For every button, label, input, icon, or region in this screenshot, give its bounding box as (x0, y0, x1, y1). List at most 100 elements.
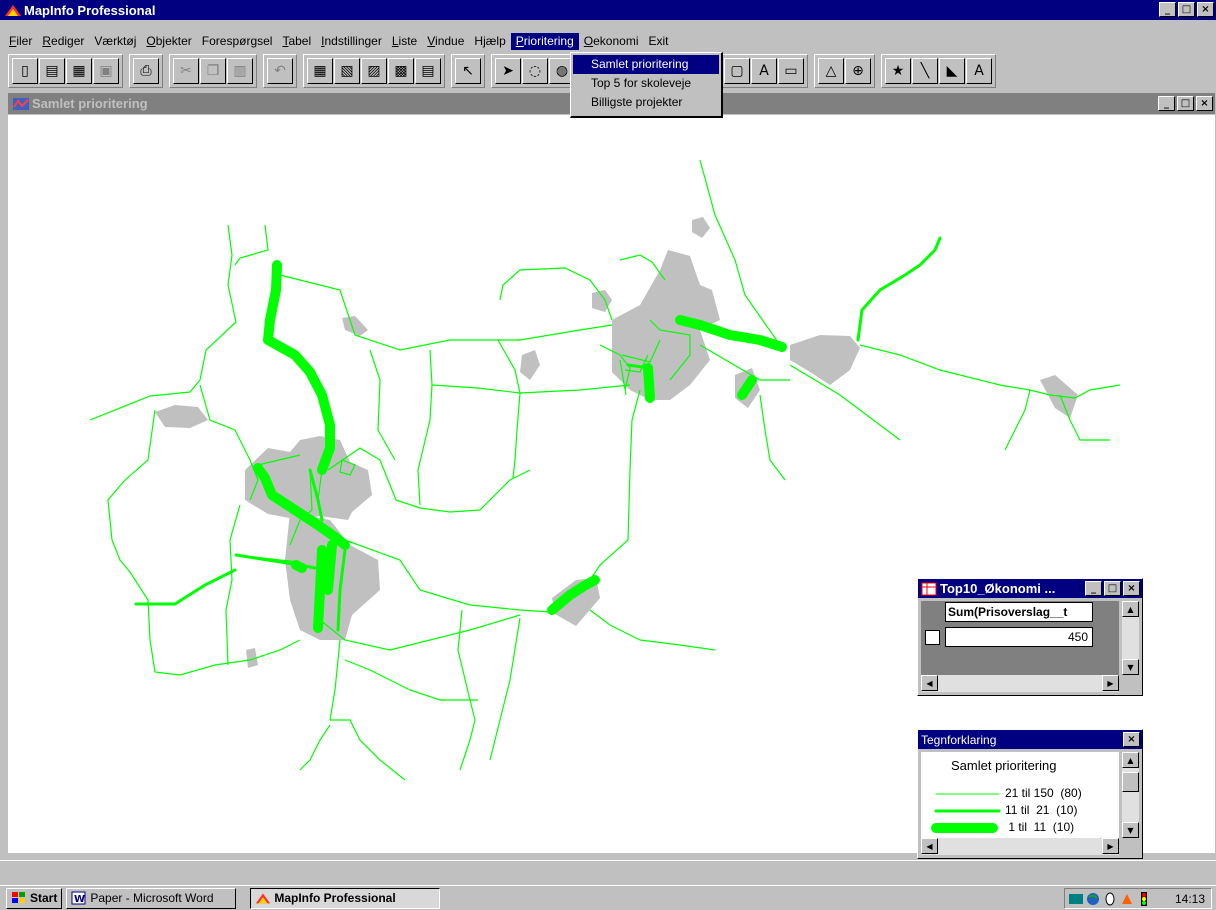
browser-titlebar: Top10_Økonomi ... _ □ × (918, 579, 1142, 598)
toolbar-group: ↶ (263, 54, 297, 88)
antivirus-icon[interactable] (1120, 892, 1134, 906)
scroll-up-arrow-icon[interactable]: ▲ (1122, 601, 1139, 617)
column-header[interactable]: Sum(Prisoverslag__t (945, 602, 1093, 622)
menu-item-vindue[interactable]: Vindue (422, 33, 469, 50)
browser-maximize-button[interactable]: □ (1104, 581, 1121, 596)
text-style-icon[interactable]: A (966, 58, 992, 84)
select-icon[interactable]: ➤ (495, 58, 521, 84)
region-style-icon[interactable]: ◣ (939, 58, 965, 84)
help-pointer-icon[interactable]: ↖ (455, 58, 481, 84)
urban-area (342, 316, 368, 336)
menu-item-indstillinger[interactable]: Indstillinger (316, 33, 387, 50)
toolbar-group: ▯ ▤ ▦ ▣ (8, 54, 123, 88)
new-redistrict-icon[interactable]: ▤ (415, 58, 441, 84)
row-select-checkbox[interactable] (925, 630, 940, 645)
word-icon: W (71, 891, 86, 905)
toolbar-group: ★ ╲ ◣ A (881, 54, 996, 88)
road-segment (1004, 389, 1031, 451)
add-node-icon[interactable]: ⊕ (845, 58, 871, 84)
legend-row: 1 til 11 (10) (921, 820, 1119, 836)
menu-item-rediger[interactable]: Rediger (37, 33, 89, 50)
map-close-button[interactable]: × (1196, 96, 1213, 111)
text-icon[interactable]: A (751, 58, 777, 84)
dropdown-item[interactable]: Top 5 for skoleveje (573, 74, 719, 93)
radius-select-icon[interactable]: ◌ (522, 58, 548, 84)
taskbar-button-word[interactable]: W Paper - Microsoft Word (66, 887, 237, 909)
menu-item-oekonomi[interactable]: Oekonomi (579, 33, 644, 50)
open-icon[interactable]: ▤ (39, 58, 65, 84)
rounded-rect-icon[interactable]: ▢ (724, 58, 750, 84)
keyboard-layout-icon[interactable] (1069, 892, 1083, 906)
new-mapper-icon[interactable]: ▧ (334, 58, 360, 84)
scroll-down-arrow-icon[interactable]: ▼ (1122, 822, 1139, 838)
save-icon[interactable]: ▣ (93, 58, 119, 84)
menu-item-objekter[interactable]: Objekter (141, 33, 196, 50)
scroll-left-arrow-icon[interactable]: ◀ (921, 675, 938, 691)
menu-item-hjælp[interactable]: Hjælp (469, 33, 510, 50)
menu-item-tabel[interactable]: Tabel (277, 33, 316, 50)
browser-horizontal-scrollbar[interactable]: ◀ ▶ (921, 675, 1119, 692)
legend-vertical-scrollbar[interactable]: ▲ ▼ (1122, 752, 1139, 838)
line-style-icon[interactable]: ╲ (912, 58, 938, 84)
browser-vertical-scrollbar[interactable]: ▲ ▼ (1122, 601, 1139, 675)
print-icon[interactable]: ⎙ (133, 58, 159, 84)
maximize-button[interactable]: □ (1178, 2, 1195, 17)
mouse-icon[interactable] (1103, 892, 1117, 906)
toolbar-group: ⎙ (129, 54, 163, 88)
browser-minimize-button[interactable]: _ (1085, 581, 1102, 596)
new-grapher-icon[interactable]: ▨ (361, 58, 387, 84)
menu-item-liste[interactable]: Liste (387, 33, 422, 50)
undo-icon[interactable]: ↶ (267, 58, 293, 84)
menu-item-prioritering[interactable]: Prioritering (510, 32, 579, 50)
mapinfo-logo-icon (5, 5, 21, 16)
network-globe-icon[interactable] (1086, 892, 1100, 906)
menu-item-værktøj[interactable]: Værktøj (89, 33, 141, 50)
map-minimize-button[interactable]: _ (1158, 96, 1175, 111)
road-segment (134, 568, 237, 606)
scroll-up-arrow-icon[interactable]: ▲ (1122, 752, 1139, 768)
toolbar-group: ➤ ◌ ◍ (491, 54, 579, 88)
legend-close-button[interactable]: × (1123, 732, 1140, 747)
dropdown-item[interactable]: Samlet prioritering (573, 55, 719, 74)
menu-item-exit[interactable]: Exit (643, 33, 673, 50)
new-layout-icon[interactable]: ▩ (388, 58, 414, 84)
browser-close-button[interactable]: × (1123, 581, 1140, 596)
scroll-left-arrow-icon[interactable]: ◀ (921, 838, 938, 854)
dropdown-item[interactable]: Billigste projekter (573, 93, 719, 112)
legend-horizontal-scrollbar[interactable]: ◀ ▶ (921, 838, 1119, 855)
reshape-icon[interactable]: △ (818, 58, 844, 84)
browser-window: Top10_Økonomi ... _ □ × Sum(Prisoverslag… (917, 578, 1143, 696)
new-icon[interactable]: ▯ (12, 58, 38, 84)
start-button[interactable]: Start (6, 887, 63, 909)
scroll-thumb[interactable] (1122, 772, 1139, 792)
table-cell[interactable]: 450 (945, 627, 1093, 647)
road-segment (329, 639, 341, 721)
scroll-right-arrow-icon[interactable]: ▶ (1102, 838, 1119, 854)
taskbar-button-mapinfo[interactable]: MapInfo Professional (250, 887, 441, 909)
new-browser-icon[interactable]: ▦ (307, 58, 333, 84)
scroll-right-arrow-icon[interactable]: ▶ (1102, 675, 1119, 691)
menu-item-forespørgsel[interactable]: Forespørgsel (197, 33, 278, 50)
symbol-style-icon[interactable]: ★ (885, 58, 911, 84)
map-maximize-button[interactable]: □ (1177, 96, 1194, 111)
close-button[interactable]: × (1197, 2, 1214, 17)
paste-icon[interactable]: ▥ (227, 58, 253, 84)
menu-item-filer[interactable]: Filer (4, 33, 37, 50)
open-table-icon[interactable]: ▦ (66, 58, 92, 84)
road-segment (856, 236, 942, 342)
toolbar-group: △ ⊕ (814, 54, 875, 88)
road-segment (344, 659, 478, 701)
minimize-button[interactable]: _ (1159, 2, 1176, 17)
copy-icon[interactable]: ❐ (200, 58, 226, 84)
legend-titlebar: Tegnforklaring × (918, 730, 1142, 749)
urban-area (692, 217, 710, 238)
browser-grid: Sum(Prisoverslag__t 450 (921, 601, 1119, 675)
legend-row: 21 til 150 (80) (921, 786, 1119, 802)
clock[interactable]: 14:13 (1175, 892, 1205, 906)
traffic-light-icon[interactable] (1137, 891, 1151, 906)
frame-icon[interactable]: ▭ (778, 58, 804, 84)
app-title: MapInfo Professional (24, 2, 156, 18)
toolbar-group: ▦ ▧ ▨ ▩ ▤ (303, 54, 445, 88)
cut-icon[interactable]: ✂ (173, 58, 199, 84)
scroll-down-arrow-icon[interactable]: ▼ (1122, 659, 1139, 675)
